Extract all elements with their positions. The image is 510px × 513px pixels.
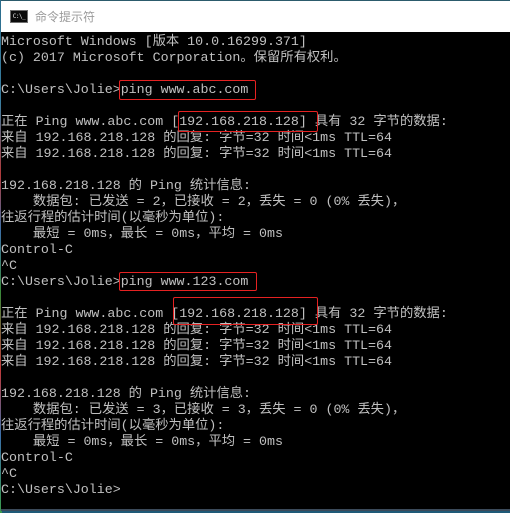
title-bar[interactable]: C:\_ 命令提示符 — [1, 1, 510, 32]
console-line: 往返行程的估计时间(以毫秒为单位): — [1, 418, 225, 433]
console-line: (c) 2017 Microsoft Corporation。保留所有权利。 — [1, 50, 347, 65]
console-line: C:\Users\Jolie>ping www.123.com — [1, 274, 249, 289]
console-line: 192.168.218.128 的 Ping 统计信息: — [1, 386, 252, 401]
console-line: ^C — [1, 466, 17, 481]
window-title: 命令提示符 — [35, 10, 96, 24]
console-output[interactable]: Microsoft Windows [版本 10.0.16299.371] (c… — [1, 32, 510, 512]
console-line: Microsoft Windows [版本 10.0.16299.371] — [1, 34, 307, 49]
console-line: 正在 Ping www.abc.com [192.168.218.128] 具有… — [1, 306, 448, 321]
console-line: 192.168.218.128 的 Ping 统计信息: — [1, 178, 252, 193]
console-line: 正在 Ping www.abc.com [192.168.218.128] 具有… — [1, 114, 448, 129]
console-line: 来自 192.168.218.128 的回复: 字节=32 时间<1ms TTL… — [1, 130, 392, 145]
console-line: Control-C — [1, 450, 73, 465]
console-line: C:\Users\Jolie>ping www.abc.com — [1, 82, 249, 97]
console-line: 来自 192.168.218.128 的回复: 字节=32 时间<1ms TTL… — [1, 338, 392, 353]
window-bottom-edge — [1, 509, 510, 511]
console-line: 数据包: 已发送 = 2，已接收 = 2，丢失 = 0 (0% 丢失)， — [1, 194, 406, 209]
console-line: 数据包: 已发送 = 3，已接收 = 3，丢失 = 0 (0% 丢失)， — [1, 402, 406, 417]
cmd-window: C:\_ 命令提示符 Microsoft Windows [版本 10.0.16… — [1, 0, 510, 511]
console-line: 来自 192.168.218.128 的回复: 字节=32 时间<1ms TTL… — [1, 354, 392, 369]
console-line: 最短 = 0ms，最长 = 0ms，平均 = 0ms — [1, 226, 283, 241]
console-line: 往返行程的估计时间(以毫秒为单位): — [1, 210, 225, 225]
console-line: 来自 192.168.218.128 的回复: 字节=32 时间<1ms TTL… — [1, 146, 392, 161]
console-line: ^C — [1, 258, 17, 273]
cmd-icon[interactable]: C:\_ — [10, 10, 28, 23]
console-line: Control-C — [1, 242, 73, 257]
console-line: C:\Users\Jolie> — [1, 482, 121, 497]
console-line: 来自 192.168.218.128 的回复: 字节=32 时间<1ms TTL… — [1, 322, 392, 337]
console-line: 最短 = 0ms，最长 = 0ms，平均 = 0ms — [1, 434, 283, 449]
